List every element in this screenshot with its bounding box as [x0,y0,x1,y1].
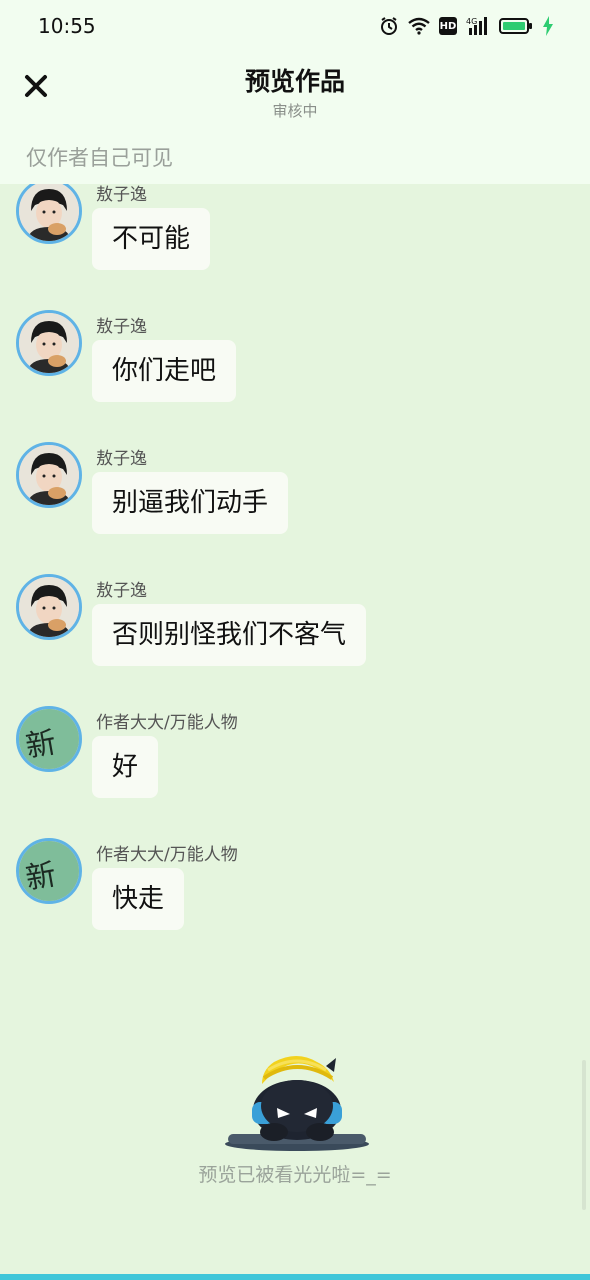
message-bubble[interactable]: 好 [92,736,159,798]
status-icons: HD 4G [379,14,554,38]
end-note: 预览已被看光光啦=_= [198,1164,392,1186]
sender-name: 敖子逸 [96,449,147,469]
sender-name: 敖子逸 [96,185,147,205]
page-title: 预览作品 [244,67,345,96]
sender-name: 作者大大/万能人物 [96,845,238,865]
character-avatar[interactable] [16,184,82,244]
sender-name: 敖子逸 [96,317,147,337]
author-avatar[interactable]: 新 [16,838,82,904]
battery-icon [499,17,533,35]
message-bubble[interactable]: 否则别怪我们不客气 [92,604,367,666]
character-avatar[interactable] [16,310,82,376]
visibility-note: 仅作者自己可见 [26,146,173,170]
character-avatar[interactable] [16,442,82,508]
author-avatar-text: 新 [23,725,59,765]
bottom-accent-bar [0,1274,590,1280]
review-status: 审核中 [272,102,318,120]
header: 预览作品 审核中 仅作者自己可见 [0,52,590,184]
hd-icon: HD [439,17,457,35]
message-bubble[interactable]: 别逼我们动手 [92,472,289,534]
charging-icon [542,16,554,36]
alarm-icon [379,16,399,36]
wifi-icon [408,17,430,35]
sender-name: 敖子逸 [96,581,147,601]
svg-text:4G: 4G [466,17,477,26]
signal-4g-icon: 4G [466,16,490,36]
mascot-illustration [222,1048,372,1152]
author-avatar-text: 新 [23,857,59,897]
sender-name: 作者大大/万能人物 [96,713,238,733]
message-bubble[interactable]: 不可能 [92,208,211,270]
status-bar: 10:55 HD 4G [0,0,590,52]
message-bubble[interactable]: 你们走吧 [92,340,237,402]
character-avatar[interactable] [16,574,82,640]
status-time: 10:55 [38,14,96,38]
scrollbar[interactable] [582,1060,586,1210]
message-bubble[interactable]: 快走 [92,868,185,930]
author-avatar[interactable]: 新 [16,706,82,772]
